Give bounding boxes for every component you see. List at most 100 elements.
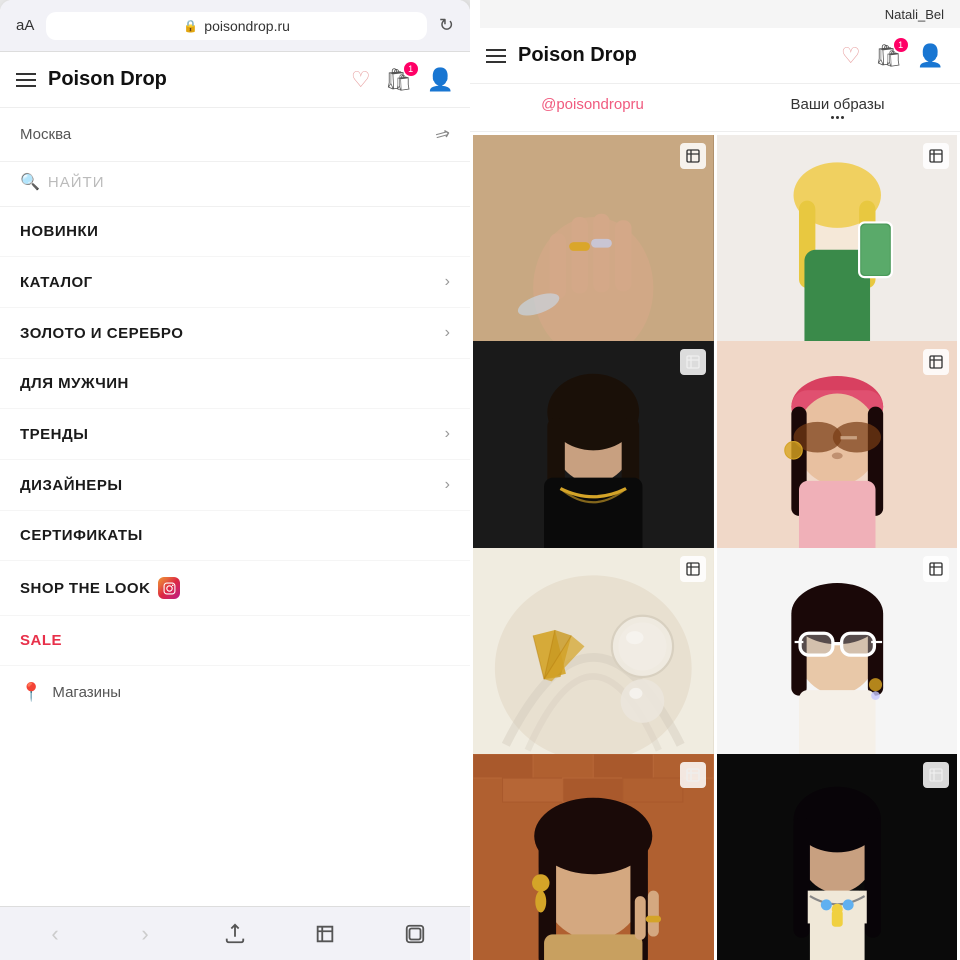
search-placeholder: НАЙТИ [48, 174, 105, 191]
menu-item-trendy[interactable]: ТРЕНДЫ › [0, 409, 470, 460]
dark-necklace2-image [717, 754, 958, 960]
stores-label: Магазины [52, 684, 121, 701]
grid-item-7[interactable] [473, 754, 714, 960]
menu-item-label: ТРЕНДЫ [20, 426, 88, 443]
pin-icon: 📍 [20, 682, 42, 703]
safari-bookmarks-button[interactable] [303, 912, 347, 956]
app-header-left: Poison Drop ♡ 🛍 1 👤 [0, 52, 470, 108]
header-icons-left: ♡ 🛍 1 👤 [351, 67, 454, 93]
sunglasses-pink-image [717, 341, 958, 582]
grid-item-2[interactable] [717, 135, 958, 376]
cart-badge-left: 1 [404, 62, 418, 76]
chevron-right-icon: › [445, 273, 450, 291]
wishlist-icon-right[interactable]: ♡ [841, 43, 861, 69]
hamburger-line-2 [16, 79, 36, 81]
grid-item-4[interactable] [717, 341, 958, 582]
menu-item-novinki[interactable]: НОВИНКИ [0, 207, 470, 257]
refresh-icon[interactable]: ↻ [439, 15, 454, 36]
menu-item-sertifikaty[interactable]: СЕРТИФИКАТЫ [0, 511, 470, 561]
hamburger-line-1 [16, 73, 36, 75]
safari-address-bar: aA 🔒 poisondrop.ru ↻ [0, 0, 470, 52]
safari-share-button[interactable] [213, 912, 257, 956]
overlay-icon-8 [923, 762, 949, 788]
tab-label-instagram: @poisondropru [541, 96, 644, 113]
pearl-earrings-image [473, 548, 714, 789]
safari-back-button[interactable]: ‹ [33, 912, 77, 956]
menu-content: Москва ⇗ 🔍 НАЙТИ НОВИНКИ КАТАЛОГ › ЗОЛОТ… [0, 108, 470, 906]
tab-your-looks[interactable]: Ваши образы [715, 84, 960, 131]
menu-item-label: КАТАЛОГ [20, 274, 93, 291]
domain-label: poisondrop.ru [204, 18, 290, 34]
shop-look-row: SHOP THE LOOK [20, 577, 180, 599]
cart-button-right[interactable]: 🛍 1 [875, 43, 903, 69]
shop-look-label: SHOP THE LOOK [20, 580, 150, 597]
stores-row[interactable]: 📍 Магазины [0, 666, 470, 719]
overlay-icon-6 [923, 556, 949, 582]
header-icons-right: ♡ 🛍 1 👤 [841, 43, 944, 69]
dot-2 [836, 116, 839, 119]
search-icon: 🔍 [20, 172, 40, 192]
menu-item-zoloto[interactable]: ЗОЛОТО И СЕРЕБРО › [0, 308, 470, 359]
location-bar[interactable]: Москва ⇗ [0, 108, 470, 162]
overlay-icon-2 [923, 143, 949, 169]
cart-badge-right: 1 [894, 38, 908, 52]
menu-item-label: ЗОЛОТО И СЕРЕБРО [20, 325, 183, 342]
grid-item-6[interactable] [717, 548, 958, 789]
grid-item-8[interactable] [717, 754, 958, 960]
overlay-icon-4 [923, 349, 949, 375]
safari-bottom-nav: ‹ › [0, 906, 470, 960]
overlay-icon-7 [680, 762, 706, 788]
image-grid [470, 132, 960, 960]
chevron-right-icon: › [445, 425, 450, 443]
tab-poisondropru[interactable]: @poisondropru [470, 84, 715, 131]
safari-forward-button[interactable]: › [123, 912, 167, 956]
address-pill[interactable]: 🔒 poisondrop.ru [46, 12, 427, 40]
sale-label: SALE [20, 632, 62, 649]
chevron-right-icon: › [445, 476, 450, 494]
app-title-left: Poison Drop [48, 68, 339, 91]
hamburger-button-right[interactable] [486, 49, 506, 63]
app-title-right: Poison Drop [518, 44, 829, 67]
menu-item-sale[interactable]: SALE [0, 616, 470, 666]
hamburger-line-1 [486, 49, 506, 51]
left-panel: aA 🔒 poisondrop.ru ↻ Poison Drop ♡ 🛍 1 👤… [0, 0, 470, 960]
safari-tabs-button[interactable] [393, 912, 437, 956]
dot-1 [831, 116, 834, 119]
hamburger-line-3 [486, 61, 506, 63]
blonde-mirror-image [717, 135, 958, 376]
search-bar[interactable]: 🔍 НАЙТИ [0, 162, 470, 207]
overlay-icon-5 [680, 556, 706, 582]
grid-item-3[interactable] [473, 341, 714, 582]
location-arrow-icon: ⇗ [431, 122, 455, 148]
cart-button-left[interactable]: 🛍 1 [385, 67, 413, 93]
grid-item-5[interactable] [473, 548, 714, 789]
hands-jewelry-image [473, 135, 714, 376]
hamburger-line-2 [486, 55, 506, 57]
wishlist-icon[interactable]: ♡ [351, 67, 371, 93]
dark-necklace-image [473, 341, 714, 582]
hamburger-line-3 [16, 85, 36, 87]
chevron-right-icon: › [445, 324, 450, 342]
menu-item-label: СЕРТИФИКАТЫ [20, 527, 143, 544]
safari-aa-label[interactable]: aA [16, 17, 34, 34]
menu-item-label: ДИЗАЙНЕРЫ [20, 477, 123, 494]
username-bar: Natali_Bel [480, 0, 960, 28]
overlay-icon-1 [680, 143, 706, 169]
menu-item-men[interactable]: ДЛЯ МУЖЧИН [0, 359, 470, 409]
location-text: Москва [20, 126, 71, 143]
menu-item-label: ДЛЯ МУЖЧИН [20, 375, 129, 392]
hamburger-button[interactable] [16, 73, 36, 87]
menu-item-katalog[interactable]: КАТАЛОГ › [0, 257, 470, 308]
lock-icon: 🔒 [183, 19, 198, 33]
grid-item-1[interactable] [473, 135, 714, 376]
instagram-icon [158, 577, 180, 599]
right-panel: Poison Drop ♡ 🛍 1 👤 @poisondropru Ваши о… [470, 0, 960, 960]
menu-item-shop-the-look[interactable]: SHOP THE LOOK [0, 561, 470, 616]
user-icon-right[interactable]: 👤 [917, 43, 944, 69]
menu-item-label: НОВИНКИ [20, 223, 98, 240]
overlay-icon-3 [680, 349, 706, 375]
dot-3 [841, 116, 844, 119]
menu-item-dizainery[interactable]: ДИЗАЙНЕРЫ › [0, 460, 470, 511]
tabs-row: @poisondropru Ваши образы [470, 84, 960, 132]
user-icon-left[interactable]: 👤 [427, 67, 454, 93]
